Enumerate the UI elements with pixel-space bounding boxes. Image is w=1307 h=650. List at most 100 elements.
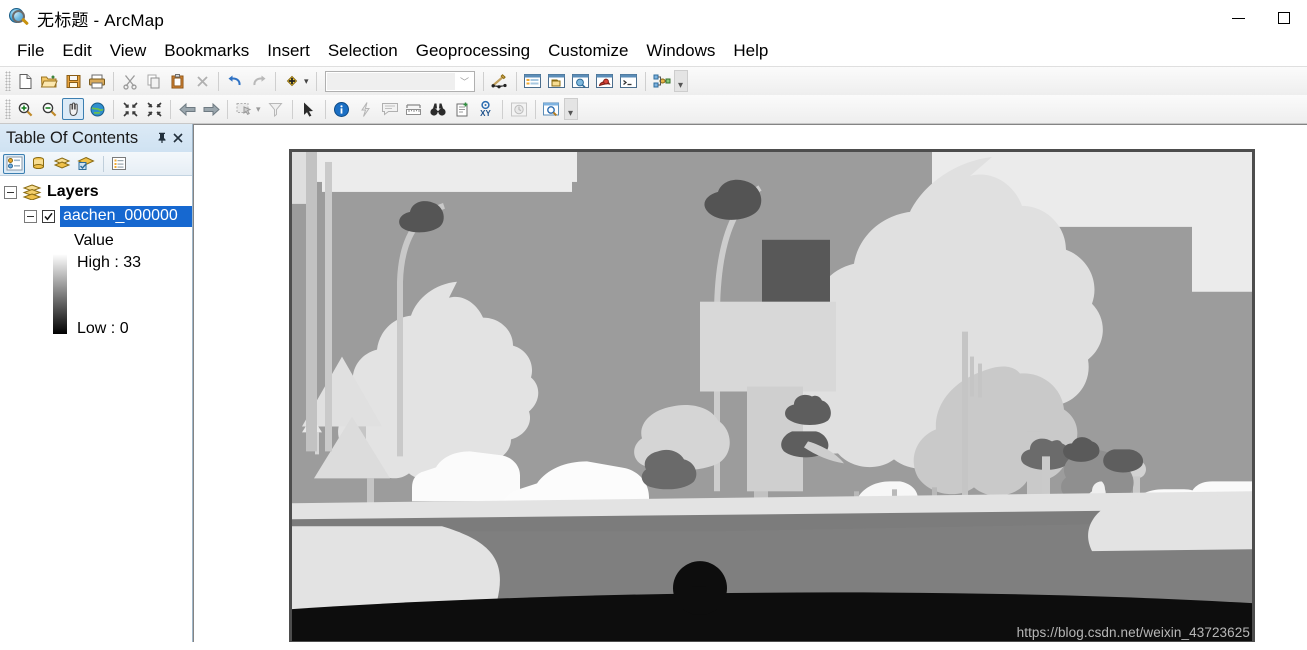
menu-file[interactable]: File <box>8 39 53 63</box>
undo-arrow-icon[interactable] <box>224 70 246 92</box>
standard-toolbar: ▾ ﹀ ▾ <box>0 67 1307 95</box>
toc-layer-name[interactable]: aachen_000000 <box>60 205 192 227</box>
menu-windows[interactable]: Windows <box>637 39 724 63</box>
menu-selection[interactable]: Selection <box>319 39 407 63</box>
redo-arrow-icon[interactable] <box>248 70 270 92</box>
table-of-contents-panel: Table Of Contents Layers aachen_000000 V… <box>0 124 193 642</box>
add-data-dropdown-arrow-icon[interactable]: ▾ <box>304 76 309 87</box>
pan-hand-icon[interactable] <box>62 98 84 120</box>
print-icon[interactable] <box>86 70 108 92</box>
minimize-button[interactable] <box>1215 0 1261 36</box>
watermark-text: https://blog.csdn.net/weixin_43723625 <box>1016 625 1250 640</box>
model-builder-icon[interactable] <box>651 70 673 92</box>
main-area: Table Of Contents Layers aachen_000000 V… <box>0 124 1307 642</box>
map-scale-input[interactable] <box>326 72 455 90</box>
clear-selection-icon[interactable] <box>265 98 287 120</box>
delete-x-icon[interactable] <box>191 70 213 92</box>
select-features-icon[interactable] <box>233 98 255 120</box>
add-data-icon[interactable] <box>281 70 303 92</box>
open-folder-icon[interactable] <box>38 70 60 92</box>
paste-clipboard-icon[interactable] <box>167 70 189 92</box>
hyperlink-lightning-icon[interactable] <box>355 98 377 120</box>
maximize-icon <box>1278 12 1290 24</box>
save-icon[interactable] <box>62 70 84 92</box>
identify-info-icon[interactable] <box>331 98 353 120</box>
toolbar-area: ▾ ﹀ ▾ ▾ XY ▾ <box>0 66 1307 124</box>
toc-tree[interactable]: Layers aachen_000000 Value High : 33 Low… <box>0 176 192 642</box>
window-title: 无标题 - ArcMap <box>37 10 165 30</box>
editor-toolbar-icon[interactable] <box>489 70 511 92</box>
cut-scissors-icon[interactable] <box>119 70 141 92</box>
legend-color-ramp <box>53 254 67 334</box>
python-window-icon[interactable] <box>618 70 640 92</box>
title-bar: 无标题 - ArcMap <box>0 0 1307 36</box>
find-route-icon[interactable] <box>451 98 473 120</box>
close-icon[interactable] <box>170 128 186 148</box>
go-back-extent-icon[interactable] <box>176 98 198 120</box>
find-binoculars-icon[interactable] <box>427 98 449 120</box>
menu-view[interactable]: View <box>101 39 156 63</box>
layer-visibility-checkbox[interactable] <box>42 209 55 223</box>
svg-text:XY: XY <box>480 109 491 118</box>
layers-root-label: Layers <box>47 183 99 200</box>
menu-edit[interactable]: Edit <box>53 39 100 63</box>
new-map-icon[interactable] <box>14 70 36 92</box>
menu-bar: File Edit View Bookmarks Insert Selectio… <box>0 36 1307 66</box>
minimize-icon <box>1231 17 1245 19</box>
tools-toolbar: ▾ XY ▾ <box>0 95 1307 123</box>
pin-icon[interactable] <box>154 128 170 148</box>
map-scale-combo[interactable]: ﹀ <box>324 70 475 92</box>
tools-overflow-button[interactable]: ▾ <box>563 98 578 120</box>
search-window-icon[interactable] <box>570 70 592 92</box>
toolbar-grip[interactable] <box>5 99 11 119</box>
legend-low-label: Low : 0 <box>77 320 129 337</box>
collapse-layer-icon[interactable] <box>24 209 37 223</box>
table-of-contents-icon[interactable] <box>522 70 544 92</box>
chevron-down-icon[interactable]: ﹀ <box>456 75 474 88</box>
measure-ruler-icon[interactable] <box>403 98 425 120</box>
legend-ramp-labels: High : 33 Low : 0 <box>77 254 141 338</box>
catalog-window-icon[interactable] <box>546 70 568 92</box>
list-by-visibility-icon[interactable] <box>51 154 73 174</box>
copy-icon[interactable] <box>143 70 165 92</box>
legend-color-ramp-row: High : 33 Low : 0 <box>0 254 192 338</box>
map-data-view[interactable]: https://blog.csdn.net/weixin_43723625 <box>193 124 1307 642</box>
collapse-layers-icon[interactable] <box>4 185 17 199</box>
fixed-zoom-in-icon[interactable] <box>119 98 141 120</box>
menu-customize[interactable]: Customize <box>539 39 637 63</box>
select-features-dropdown-arrow-icon[interactable]: ▾ <box>256 104 261 115</box>
raster-layer-aachen-000000[interactable]: https://blog.csdn.net/weixin_43723625 <box>289 149 1255 642</box>
toc-header: Table Of Contents <box>0 124 192 152</box>
toolbar-overflow-button[interactable]: ▾ <box>673 70 688 92</box>
arcmap-globe-magnifier-icon <box>8 7 30 29</box>
full-extent-globe-icon[interactable] <box>86 98 108 120</box>
toc-toolbar <box>0 152 192 176</box>
toc-layer-row[interactable]: aachen_000000 <box>0 204 192 228</box>
menu-geoprocessing[interactable]: Geoprocessing <box>407 39 539 63</box>
toc-root-layers[interactable]: Layers <box>0 180 192 204</box>
menu-help[interactable]: Help <box>724 39 777 63</box>
zoom-in-icon[interactable] <box>14 98 36 120</box>
layers-stack-icon <box>22 184 42 201</box>
list-by-selection-icon[interactable] <box>75 154 97 174</box>
fixed-zoom-out-icon[interactable] <box>143 98 165 120</box>
list-by-drawing-order-icon[interactable] <box>3 153 25 174</box>
create-viewer-window-icon[interactable] <box>541 98 563 120</box>
map-canvas[interactable]: https://blog.csdn.net/weixin_43723625 <box>194 125 1307 642</box>
legend-field-label: Value <box>74 232 114 249</box>
zoom-out-icon[interactable] <box>38 98 60 120</box>
go-next-extent-icon[interactable] <box>200 98 222 120</box>
legend-high-label: High : 33 <box>77 254 142 271</box>
time-slider-icon[interactable] <box>508 98 530 120</box>
go-to-xy-icon[interactable]: XY <box>475 98 497 120</box>
menu-insert[interactable]: Insert <box>258 39 319 63</box>
arctoolbox-icon[interactable] <box>594 70 616 92</box>
toolbar-grip[interactable] <box>5 71 11 91</box>
menu-bookmarks[interactable]: Bookmarks <box>155 39 258 63</box>
select-elements-arrow-icon[interactable] <box>298 98 320 120</box>
html-popup-icon[interactable] <box>379 98 401 120</box>
list-by-source-icon[interactable] <box>27 154 49 174</box>
toc-options-icon[interactable] <box>108 154 130 174</box>
toc-title: Table Of Contents <box>6 128 139 147</box>
maximize-button[interactable] <box>1261 0 1307 36</box>
